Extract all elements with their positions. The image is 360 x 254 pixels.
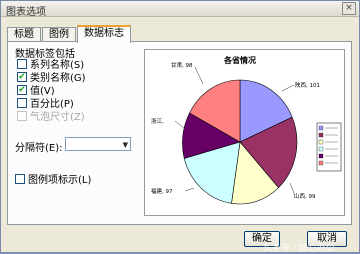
category-name-accel: (G) bbox=[70, 73, 86, 84]
tab-legend[interactable]: 图例 bbox=[42, 27, 76, 42]
chart-legend bbox=[316, 122, 342, 172]
data-labels-group-title: 数据标签包括 bbox=[15, 49, 75, 60]
label-fujian: 福建, 97 bbox=[151, 187, 173, 195]
bubble-size-checkbox bbox=[17, 111, 27, 121]
series-name-accel: (S) bbox=[70, 60, 85, 71]
bubble-size-accel: (Z) bbox=[70, 112, 85, 123]
option-bubble-size: 气泡尺寸(Z) bbox=[17, 111, 85, 124]
option-value[interactable]: ✔ 值(V) bbox=[17, 85, 55, 98]
label-gansu: 甘肃, 98 bbox=[171, 61, 193, 69]
watermark: 头条号 / 静心办公 bbox=[263, 244, 335, 254]
tab-data-labels[interactable]: 数据标志 bbox=[77, 25, 131, 43]
percentage-accel: (P) bbox=[60, 99, 74, 110]
titlebar: 图表选项 × bbox=[1, 1, 359, 18]
window-title: 图表选项 bbox=[6, 7, 46, 18]
label-zhejiang: 浙江, bbox=[151, 117, 164, 125]
bubble-size-label: 气泡尺寸 bbox=[30, 112, 70, 123]
chart-options-dialog: 图表选项 × 标题 图例 数据标志 数据标签包括 系列名称(S) ✔ 类别名称(G… bbox=[0, 0, 360, 254]
value-checkbox[interactable]: ✔ bbox=[17, 85, 27, 95]
close-button[interactable]: × bbox=[342, 2, 356, 15]
category-name-checkbox[interactable]: ✔ bbox=[17, 72, 27, 82]
value-label: 值 bbox=[30, 86, 40, 97]
percentage-label: 百分比 bbox=[30, 99, 60, 110]
percentage-checkbox[interactable] bbox=[17, 98, 27, 108]
label-shanxi: 山西, 99 bbox=[294, 192, 316, 200]
label-shaanxi: 陕西, 101 bbox=[295, 81, 320, 89]
chart-title: 各省情况 bbox=[223, 55, 256, 65]
legend-key-checkbox[interactable] bbox=[15, 174, 25, 184]
legend-key-accel: (L) bbox=[78, 175, 92, 186]
series-name-checkbox[interactable] bbox=[17, 59, 27, 69]
legend-key-label: 图例项标示 bbox=[28, 175, 78, 186]
category-name-label: 类别名称 bbox=[30, 73, 70, 84]
option-legend-key[interactable]: 图例项标示(L) bbox=[15, 171, 91, 186]
chart-preview: 各省情况 陕西, 101 山西, 99 福建, 97 浙江, 甘肃, 98 bbox=[144, 49, 345, 216]
dropdown-arrow-icon[interactable]: ▼ bbox=[123, 141, 128, 149]
option-series-name[interactable]: 系列名称(S) bbox=[17, 59, 85, 72]
pie-chart: 各省情况 陕西, 101 山西, 99 福建, 97 浙江, 甘肃, 98 bbox=[151, 55, 342, 205]
value-accel: (V) bbox=[40, 86, 55, 97]
series-name-label: 系列名称 bbox=[30, 60, 70, 71]
option-percentage[interactable]: 百分比(P) bbox=[17, 98, 74, 111]
separator-label: 分隔符(E): bbox=[15, 143, 63, 154]
separator-select[interactable]: ▼ bbox=[65, 137, 131, 151]
option-category-name[interactable]: ✔ 类别名称(G) bbox=[17, 72, 86, 85]
tab-title[interactable]: 标题 bbox=[7, 27, 41, 42]
